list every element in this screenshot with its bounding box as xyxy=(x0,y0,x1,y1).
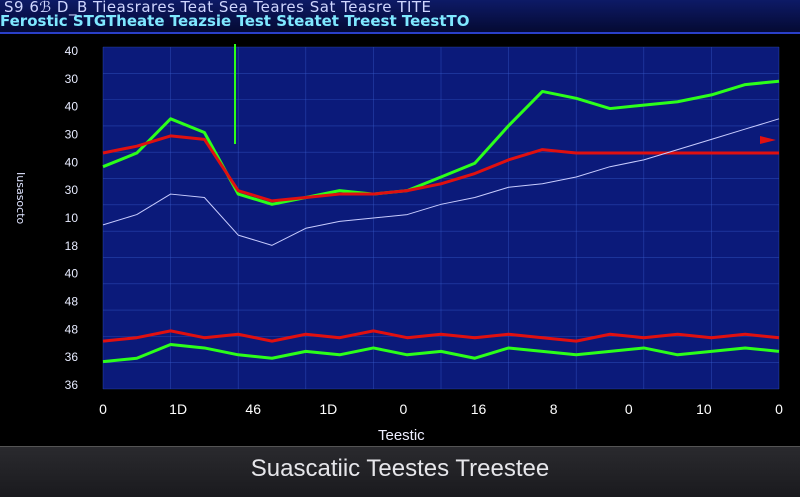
y-tick-label: 40 xyxy=(65,267,79,281)
y-tick-label: 18 xyxy=(65,239,79,253)
x-tick-label: 8 xyxy=(550,401,558,417)
chart-area: 40 30 40 30 40 30 10 18 40 48 48 36 36 0 1D 46 1D 0 16 8 0 1… xyxy=(65,44,783,417)
x-tick-label: 10 xyxy=(696,401,712,417)
title-bar: S9 6ℬ D_B Tieasrares Teat Sea Teares Sat… xyxy=(0,0,800,34)
y-tick-labels: 40 30 40 30 40 30 10 18 40 48 48 36 36 xyxy=(65,44,79,392)
x-tick-label: 0 xyxy=(400,401,408,417)
x-tick-label: 0 xyxy=(625,401,633,417)
y-tick-label: 36 xyxy=(65,378,79,392)
y-tick-label: 40 xyxy=(65,100,79,114)
y-tick-label: 48 xyxy=(65,295,79,309)
x-tick-label: 1D xyxy=(319,401,337,417)
x-tick-label: 0 xyxy=(99,401,107,417)
y-axis-label: Iusasocto xyxy=(14,172,27,225)
caption-bar: Suascatiic Teestes Treestee xyxy=(0,446,800,497)
x-axis-label: Teestic xyxy=(378,427,425,444)
y-tick-label: 40 xyxy=(65,44,79,58)
x-tick-label: 46 xyxy=(245,401,261,417)
chart-title-line2: Ferostic STGTheate Teazsie Test Steatet … xyxy=(0,12,470,30)
x-tick-label: 0 xyxy=(775,401,783,417)
x-tick-label: 1D xyxy=(169,401,187,417)
y-tick-label: 10 xyxy=(65,211,79,225)
x-tick-labels: 0 1D 46 1D 0 16 8 0 10 0 xyxy=(99,401,783,417)
y-tick-label: 30 xyxy=(65,183,79,197)
y-tick-label: 30 xyxy=(65,72,79,86)
y-tick-label: 48 xyxy=(65,322,79,336)
caption-text: Suascatiic Teestes Treestee xyxy=(250,455,550,482)
x-tick-label: 16 xyxy=(471,401,487,417)
y-tick-label: 36 xyxy=(65,350,79,364)
y-tick-label: 30 xyxy=(65,128,79,142)
y-tick-label: 40 xyxy=(65,155,79,169)
